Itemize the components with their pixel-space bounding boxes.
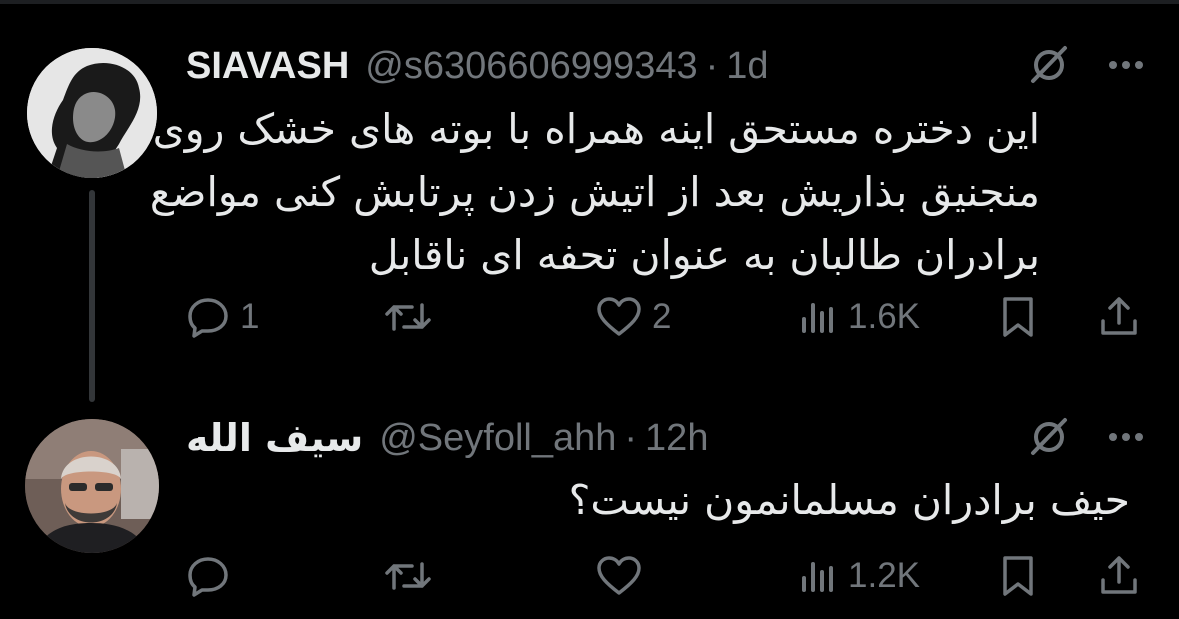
- views-icon: [798, 556, 838, 596]
- divider: [0, 0, 1179, 4]
- avatar[interactable]: [27, 48, 157, 178]
- share-icon: [1098, 554, 1140, 598]
- tweet-actions: 1.2K: [186, 551, 1146, 601]
- view-count: 1.6K: [848, 297, 920, 336]
- view-count: 1.2K: [848, 556, 920, 595]
- like-count: 2: [652, 297, 672, 336]
- reply-count: 1: [240, 297, 260, 336]
- tweet-text-line: منجنیق بذاریش بعد از اتیش زدن پرتابش کنی…: [149, 168, 1040, 216]
- bookmark-button[interactable]: [998, 551, 1038, 601]
- separator: ·: [624, 416, 638, 459]
- grok-icon[interactable]: [1025, 412, 1073, 465]
- views-icon: [798, 297, 838, 337]
- bookmark-icon: [998, 295, 1038, 339]
- tweet-header: سیف الله @Seyfoll_ahh · 12h: [186, 414, 708, 462]
- reply-button[interactable]: 1: [186, 292, 259, 342]
- tweet-text-line: برادران طالبان به عنوان تحفه ای ناقابل: [368, 231, 1040, 279]
- username[interactable]: @s6306606999343: [365, 45, 697, 88]
- like-button[interactable]: 2: [596, 292, 671, 342]
- tweet-header-actions: [1025, 414, 1143, 462]
- heart-icon: [596, 295, 642, 339]
- grok-icon[interactable]: [1025, 40, 1073, 93]
- separator: ·: [705, 44, 719, 87]
- tweet-text: این دختره مستحق اینه همراه با بوته های خ…: [149, 98, 1040, 287]
- more-icon[interactable]: [1109, 57, 1143, 75]
- username[interactable]: @Seyfoll_ahh: [379, 417, 616, 460]
- heart-icon: [596, 554, 642, 598]
- views-button[interactable]: 1.2K: [798, 551, 920, 601]
- retweet-button[interactable]: [384, 551, 442, 601]
- tweet-header-actions: [1025, 42, 1143, 90]
- display-name[interactable]: سیف الله: [186, 416, 363, 460]
- timestamp[interactable]: 12h: [645, 417, 708, 460]
- views-button[interactable]: 1.6K: [798, 292, 920, 342]
- reply-icon: [186, 554, 230, 598]
- avatar[interactable]: [25, 419, 159, 553]
- retweet-icon: [384, 554, 432, 598]
- retweet-button[interactable]: [384, 292, 442, 342]
- bookmark-icon: [998, 554, 1038, 598]
- display-name[interactable]: SIAVASH: [186, 45, 349, 88]
- tweet-text: حیف برادران مسلمانمون نیست؟: [568, 476, 1130, 524]
- like-button[interactable]: [596, 551, 652, 601]
- timestamp[interactable]: 1d: [726, 45, 768, 88]
- share-button[interactable]: [1098, 551, 1140, 601]
- retweet-icon: [384, 295, 432, 339]
- tweet-actions: 1 2 1.6K: [186, 292, 1146, 342]
- reply-icon: [186, 295, 230, 339]
- share-icon: [1098, 295, 1140, 339]
- thread-line: [89, 190, 95, 402]
- share-button[interactable]: [1098, 292, 1140, 342]
- tweet-header: SIAVASH @s6306606999343 · 1d: [186, 42, 769, 90]
- tweet-text-line: این دختره مستحق اینه همراه با بوته های خ…: [152, 105, 1040, 153]
- more-icon[interactable]: [1109, 429, 1143, 447]
- bookmark-button[interactable]: [998, 292, 1038, 342]
- reply-button[interactable]: [186, 551, 240, 601]
